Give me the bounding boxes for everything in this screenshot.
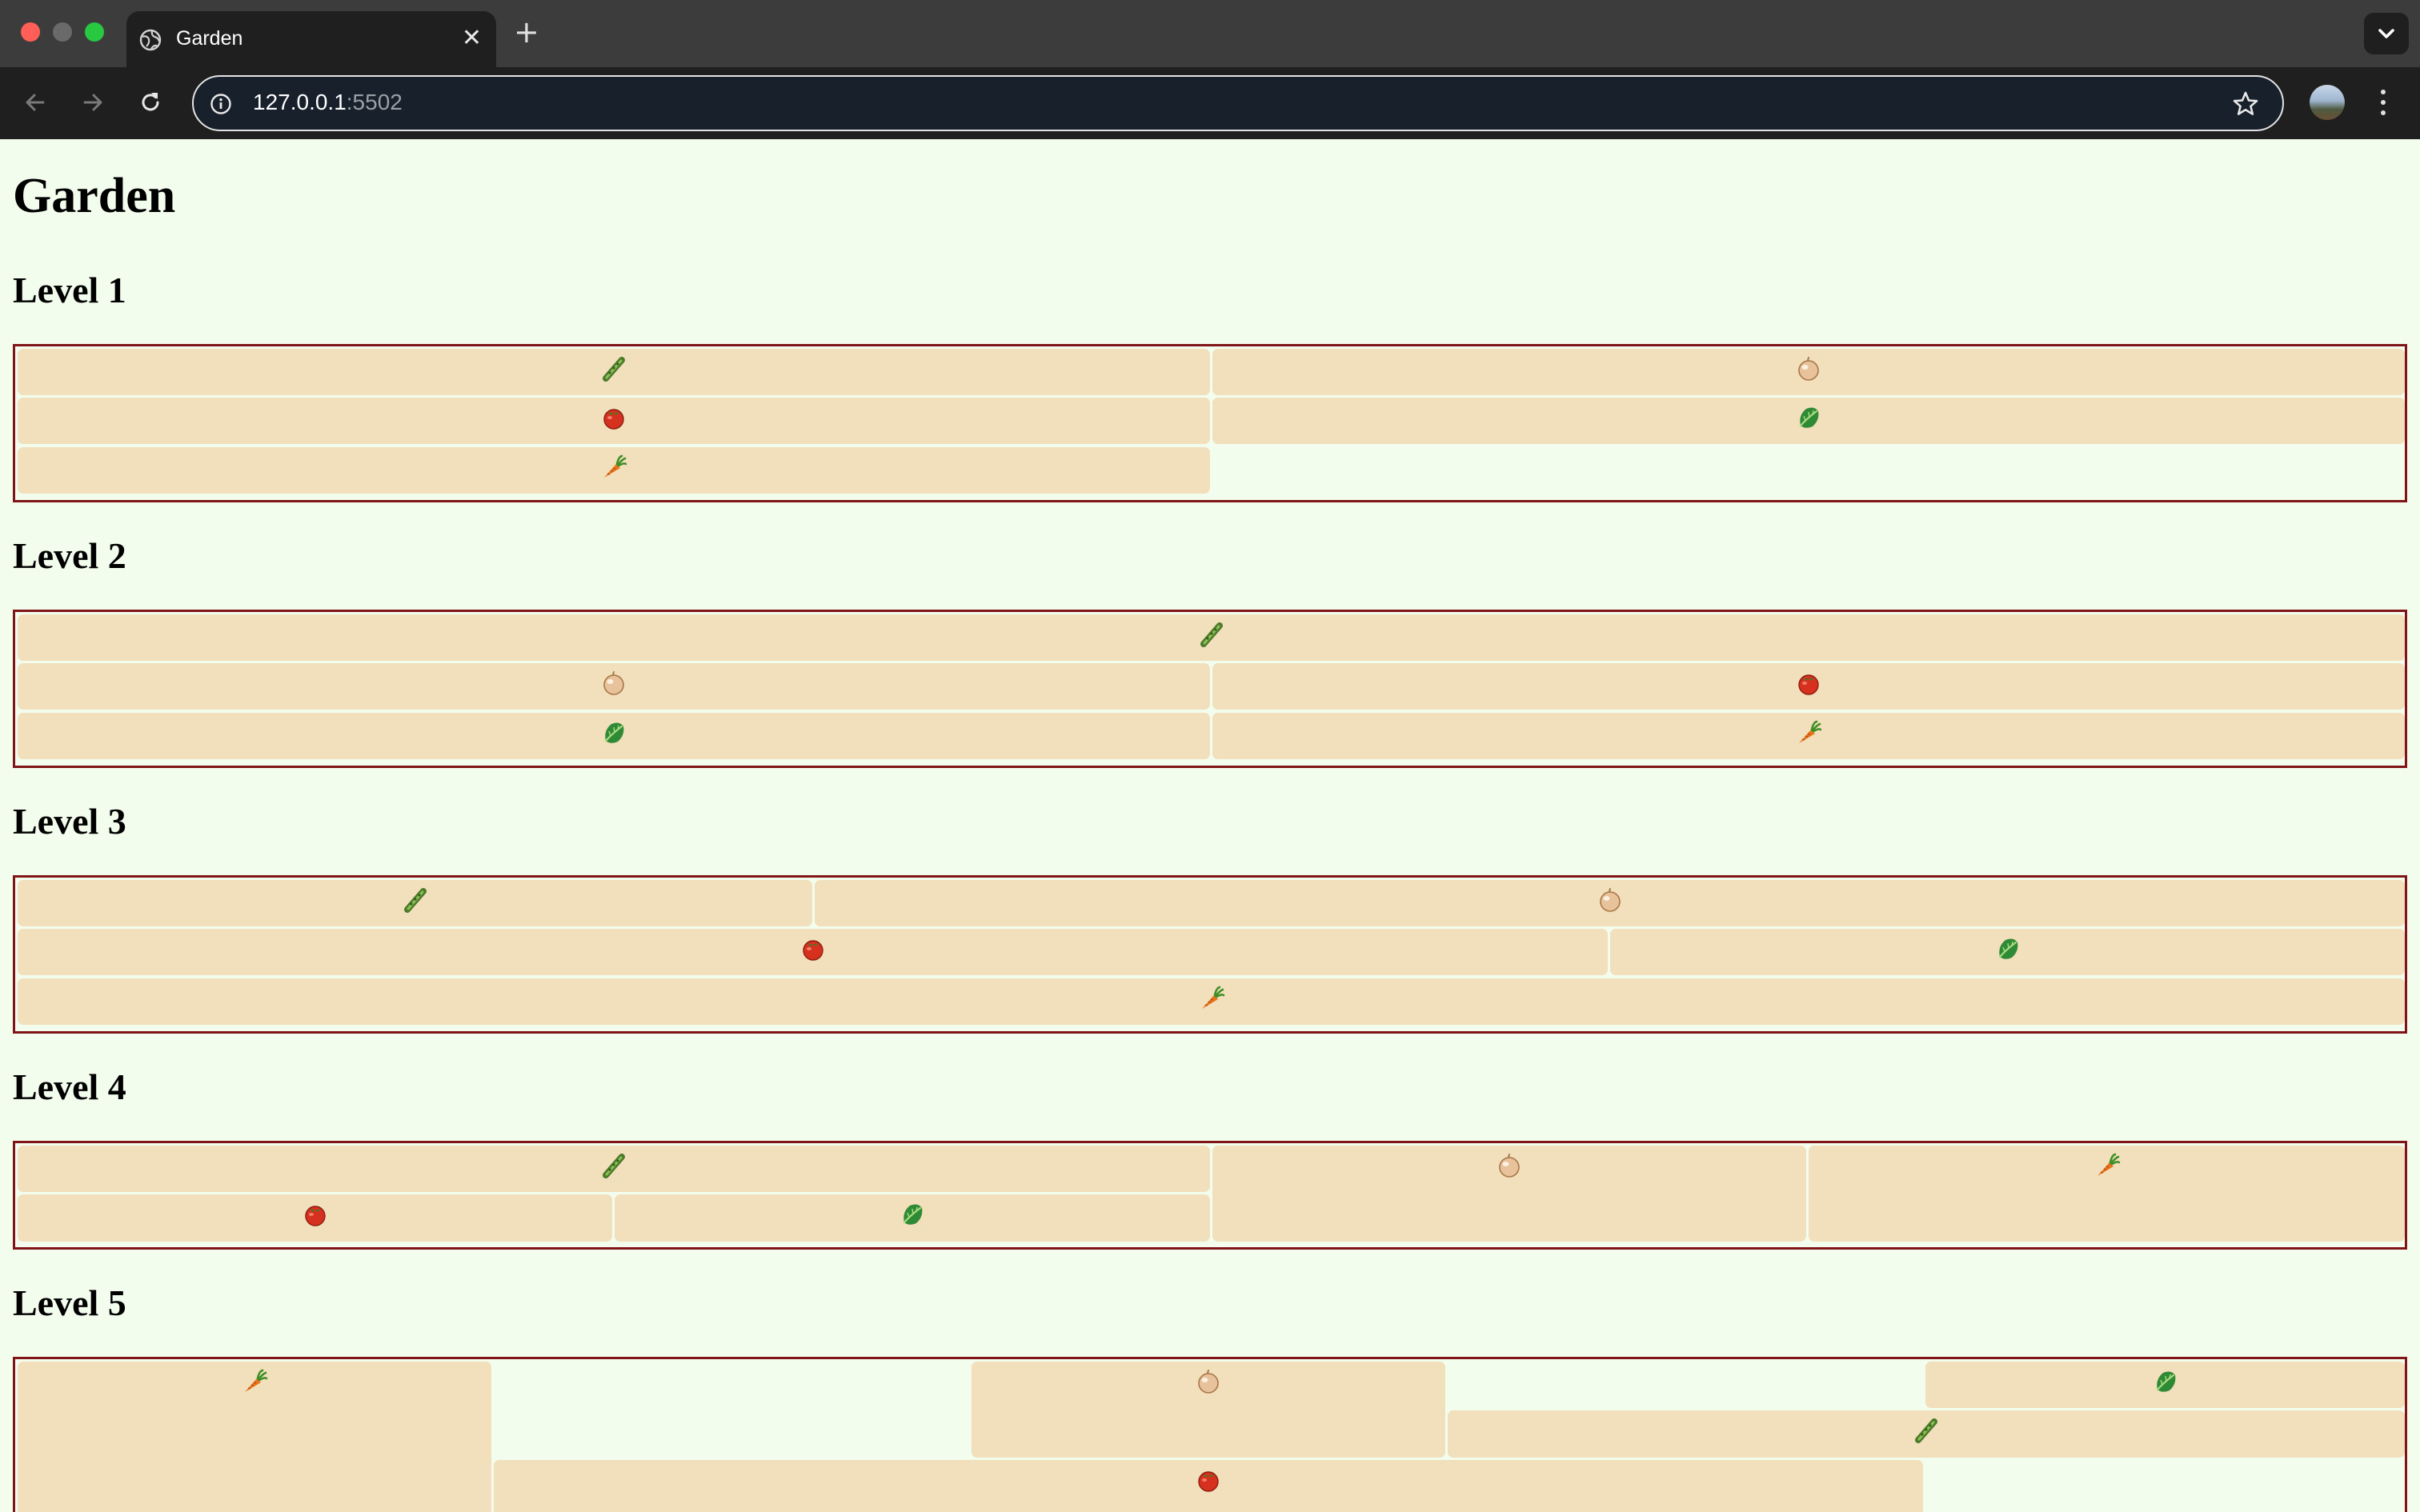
garden-plot — [18, 447, 1210, 494]
lettuce-icon — [2152, 1368, 2179, 1395]
lettuce-icon — [899, 1201, 926, 1228]
garden-plot — [815, 880, 2405, 926]
url-text: 127.0.0.1:5502 — [253, 90, 403, 115]
tomato-icon — [302, 1201, 329, 1228]
garden-level-1 — [13, 344, 2407, 502]
forward-button[interactable] — [75, 85, 110, 120]
garden-plot — [1212, 713, 2405, 759]
garden-plot — [18, 880, 812, 926]
carrot-icon — [600, 454, 627, 481]
browser-menu-button[interactable] — [2375, 85, 2391, 120]
garden-plot — [1212, 349, 2405, 395]
bookmark-star-icon[interactable] — [2231, 90, 2260, 118]
browser-tab[interactable]: Garden ✕ — [126, 11, 496, 67]
garden-plot — [18, 349, 1210, 395]
garden-level-5 — [13, 1357, 2407, 1512]
page-title: Garden — [13, 169, 176, 223]
url-port: :5502 — [346, 90, 403, 114]
onion-icon — [1597, 886, 1624, 914]
new-tab-button[interactable]: + — [514, 14, 539, 50]
asparagus-icon — [1198, 621, 1225, 648]
tomato-icon — [1795, 670, 1822, 697]
arrow-right-icon — [83, 94, 102, 111]
carrot-icon — [1795, 719, 1822, 746]
garden-plot — [1809, 1146, 2405, 1242]
onion-icon — [600, 670, 627, 697]
garden-level-3 — [13, 875, 2407, 1034]
garden-plot — [1448, 1410, 2405, 1458]
page-content: Garden Level 1 Level 2 Level 3 Level 4 L… — [0, 139, 2420, 1512]
onion-icon — [1195, 1368, 1222, 1395]
level-4-title: Level 4 — [13, 1066, 126, 1107]
reload-icon — [142, 93, 159, 111]
browser-tab-bar: Garden ✕ + — [0, 0, 2420, 67]
garden-level-2 — [13, 610, 2407, 768]
level-5-title: Level 5 — [13, 1282, 126, 1323]
onion-icon — [1795, 355, 1822, 382]
carrot-icon — [241, 1368, 268, 1395]
garden-plot — [615, 1194, 1210, 1242]
carrot-icon — [2093, 1152, 2121, 1179]
browser-toolbar: 127.0.0.1:5502 — [0, 67, 2420, 139]
garden-plot — [18, 929, 1608, 975]
lettuce-icon — [1795, 404, 1822, 431]
tomato-icon — [1195, 1466, 1222, 1494]
maximize-window-button[interactable] — [85, 22, 104, 42]
garden-plot — [18, 398, 1210, 444]
garden-plot — [1212, 1146, 1806, 1242]
garden-plot — [1212, 398, 2405, 444]
tab-search-button[interactable] — [2364, 13, 2409, 54]
chevron-down-icon — [2378, 29, 2394, 38]
garden-plot — [494, 1460, 1923, 1512]
close-tab-button[interactable]: ✕ — [462, 24, 482, 53]
garden-plot — [1925, 1362, 2405, 1408]
garden-plot — [18, 1146, 1210, 1192]
level-2-title: Level 2 — [13, 535, 126, 576]
garden-plot — [18, 1362, 491, 1512]
address-bar[interactable]: 127.0.0.1:5502 — [192, 75, 2284, 131]
level-1-title: Level 1 — [13, 270, 126, 310]
garden-plot — [18, 1194, 612, 1242]
arrow-left-icon — [26, 94, 45, 111]
kebab-dot-icon — [2381, 110, 2386, 115]
kebab-dot-icon — [2381, 100, 2386, 105]
level-3-title: Level 3 — [13, 801, 126, 842]
lettuce-icon — [600, 719, 627, 746]
site-info-icon[interactable] — [210, 93, 232, 115]
tomato-icon — [799, 935, 827, 962]
globe-icon — [139, 29, 162, 51]
asparagus-icon — [600, 355, 627, 382]
garden-plot — [1212, 663, 2405, 710]
garden-plot — [18, 713, 1210, 759]
minimize-window-button[interactable] — [53, 22, 72, 42]
garden-plot — [972, 1362, 1445, 1458]
back-button[interactable] — [18, 85, 53, 120]
asparagus-icon — [402, 886, 429, 914]
garden-plot — [1610, 929, 2405, 975]
kebab-dot-icon — [2381, 90, 2386, 94]
tomato-icon — [600, 404, 627, 431]
garden-plot — [18, 978, 2405, 1025]
asparagus-icon — [1913, 1417, 1940, 1444]
garden-plot — [18, 614, 2405, 661]
profile-avatar[interactable] — [2310, 85, 2345, 120]
reload-button[interactable] — [133, 85, 168, 120]
url-host: 127.0.0.1 — [253, 90, 347, 114]
onion-icon — [1496, 1152, 1523, 1179]
tab-title: Garden — [176, 27, 243, 50]
garden-level-4 — [13, 1141, 2407, 1250]
close-window-button[interactable] — [21, 22, 40, 42]
lettuce-icon — [1994, 935, 2021, 962]
asparagus-icon — [600, 1152, 627, 1179]
carrot-icon — [1198, 985, 1225, 1012]
garden-plot — [18, 663, 1210, 710]
